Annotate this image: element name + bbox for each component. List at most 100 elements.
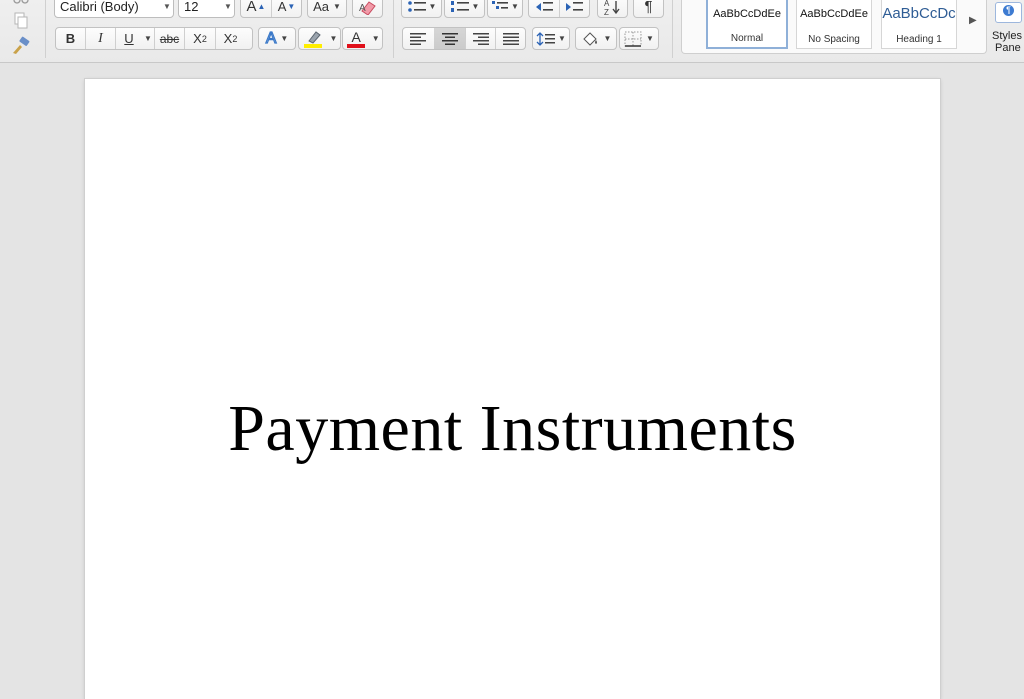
change-case-label: Aa bbox=[313, 0, 329, 14]
decrease-indent-button[interactable] bbox=[529, 0, 559, 17]
align-right-button[interactable] bbox=[466, 28, 496, 49]
style-sample: AaBbCcDdEe bbox=[713, 8, 781, 20]
underline-button[interactable]: U bbox=[116, 28, 142, 49]
font-color-dropdown[interactable]: ▼ bbox=[369, 28, 382, 49]
chevron-down-icon: ▼ bbox=[224, 2, 232, 11]
increase-indent-button[interactable] bbox=[560, 0, 589, 17]
font-size-select[interactable]: 12 ▼ bbox=[178, 0, 235, 18]
style-name: No Spacing bbox=[808, 34, 860, 45]
font-group-divider bbox=[393, 0, 394, 58]
font-size-buttons: A ▲ A ▼ bbox=[240, 0, 302, 18]
line-spacing-icon bbox=[536, 31, 556, 46]
styles-pane-label-line2: Pane bbox=[995, 42, 1021, 54]
grow-font-button[interactable]: A ▲ bbox=[241, 0, 271, 17]
subscript-label: X bbox=[193, 31, 202, 46]
cut-icon[interactable] bbox=[11, 0, 31, 6]
grow-font-label: A bbox=[246, 0, 257, 15]
style-sample: AaBbCcDc bbox=[882, 5, 956, 22]
font-name-select[interactable]: Calibri (Body) ▼ bbox=[54, 0, 174, 18]
text-effects-icon: A bbox=[265, 29, 277, 47]
style-heading-1[interactable]: AaBbCcDc Heading 1 bbox=[881, 0, 957, 49]
chevron-down-icon: ▼ bbox=[371, 34, 380, 43]
pilcrow-icon: ¶ bbox=[1003, 5, 1014, 16]
style-sample: AaBbCcDdEe bbox=[800, 8, 868, 20]
highlight-color-swatch bbox=[304, 43, 322, 48]
eraser-icon: A bbox=[359, 0, 376, 15]
svg-text:Z: Z bbox=[604, 8, 609, 16]
strikethrough-button[interactable]: abc bbox=[155, 28, 184, 49]
chevron-down-icon: ▼ bbox=[428, 2, 437, 11]
superscript-index: 2 bbox=[232, 33, 238, 44]
bullets-button[interactable]: ▼ bbox=[401, 0, 442, 18]
underline-dropdown[interactable]: ▼ bbox=[142, 28, 154, 49]
subscript-index: 2 bbox=[201, 33, 207, 44]
chevron-down-icon: ▼ bbox=[558, 34, 566, 43]
styles-pane-label: Styles Pane bbox=[992, 30, 1022, 54]
styles-gallery: AaBbCcDdEe Normal AaBbCcDdEe No Spacing … bbox=[681, 0, 987, 54]
triangle-up-icon: ▲ bbox=[257, 2, 266, 11]
sort-icon: AZ bbox=[604, 0, 620, 16]
align-center-icon bbox=[441, 32, 458, 45]
superscript-button[interactable]: X2 bbox=[216, 28, 245, 49]
subscript-button[interactable]: X2 bbox=[185, 28, 215, 49]
chevron-down-icon: ▼ bbox=[646, 34, 654, 43]
align-center-button[interactable] bbox=[434, 28, 465, 49]
sort-button[interactable]: AZ bbox=[597, 0, 628, 18]
show-marks-button[interactable]: ¶ bbox=[633, 0, 664, 18]
borders-icon bbox=[624, 31, 642, 47]
font-color-button[interactable]: A bbox=[343, 28, 369, 49]
font-color-label: A bbox=[351, 28, 361, 45]
chevron-down-icon: ▼ bbox=[163, 2, 171, 11]
style-no-spacing[interactable]: AaBbCcDdEe No Spacing bbox=[796, 0, 872, 49]
increase-indent-icon bbox=[566, 1, 584, 11]
chevron-down-icon: ▼ bbox=[144, 34, 152, 43]
chevron-down-icon: ▼ bbox=[471, 2, 480, 11]
style-normal[interactable]: AaBbCcDdEe Normal bbox=[706, 0, 788, 49]
alignment-buttons bbox=[402, 27, 526, 50]
text-effects-button[interactable]: A ▼ bbox=[258, 27, 296, 50]
font-color-group: A ▼ bbox=[342, 27, 383, 50]
line-spacing-button[interactable]: ▼ bbox=[532, 27, 570, 50]
highlight-dropdown[interactable]: ▼ bbox=[327, 28, 340, 49]
styles-pane-button[interactable]: ¶ Styles Pane bbox=[990, 0, 1024, 58]
bold-button[interactable]: B bbox=[56, 28, 85, 49]
shrink-font-label: A bbox=[277, 0, 287, 14]
copy-icon[interactable] bbox=[12, 12, 30, 30]
paragraph-group-divider bbox=[672, 0, 673, 58]
highlight-button[interactable] bbox=[299, 28, 327, 49]
chevron-down-icon: ▼ bbox=[603, 34, 612, 43]
highlighter-icon bbox=[308, 30, 321, 44]
chevron-down-icon: ▼ bbox=[280, 34, 289, 43]
svg-text:A: A bbox=[604, 0, 610, 8]
font-color-swatch bbox=[347, 43, 366, 48]
italic-button[interactable]: I bbox=[86, 28, 115, 49]
chevron-down-icon: ▼ bbox=[332, 2, 341, 11]
multilevel-list-button[interactable]: ▼ bbox=[487, 0, 523, 18]
indent-buttons bbox=[528, 0, 590, 18]
align-left-button[interactable] bbox=[403, 28, 434, 49]
decrease-indent-icon bbox=[536, 1, 553, 11]
justify-button[interactable] bbox=[496, 28, 525, 49]
highlight-color-button: ▼ bbox=[298, 27, 341, 50]
align-left-icon bbox=[410, 32, 427, 45]
justify-icon bbox=[502, 32, 519, 45]
shading-button[interactable]: ▼ bbox=[575, 27, 617, 50]
clear-formatting-button[interactable]: A bbox=[352, 0, 383, 18]
paint-bucket-icon bbox=[582, 31, 597, 46]
borders-button[interactable]: ▼ bbox=[619, 27, 659, 50]
shrink-font-button[interactable]: A ▼ bbox=[272, 0, 301, 17]
numbering-button[interactable]: ▼ bbox=[444, 0, 485, 18]
format-painter-icon[interactable] bbox=[10, 36, 32, 56]
styles-pane-label-line1: Styles bbox=[992, 30, 1022, 42]
superscript-label: X bbox=[223, 31, 233, 46]
document-page[interactable]: Payment Instruments bbox=[85, 79, 940, 699]
triangle-down-icon: ▼ bbox=[287, 2, 296, 11]
ribbon: Calibri (Body) ▼ 12 ▼ A ▲ A ▼ Aa ▼ A B I U… bbox=[0, 0, 1024, 63]
align-right-icon bbox=[472, 32, 489, 45]
change-case-button[interactable]: Aa ▼ bbox=[307, 0, 347, 18]
style-name: Normal bbox=[730, 33, 764, 44]
clipboard-group-divider bbox=[45, 0, 46, 58]
styles-next-icon[interactable]: ▶ bbox=[969, 15, 977, 26]
document-title-text[interactable]: Payment Instruments bbox=[85, 391, 940, 467]
text-format-buttons: B I U ▼ abc X2 X2 bbox=[55, 27, 253, 50]
